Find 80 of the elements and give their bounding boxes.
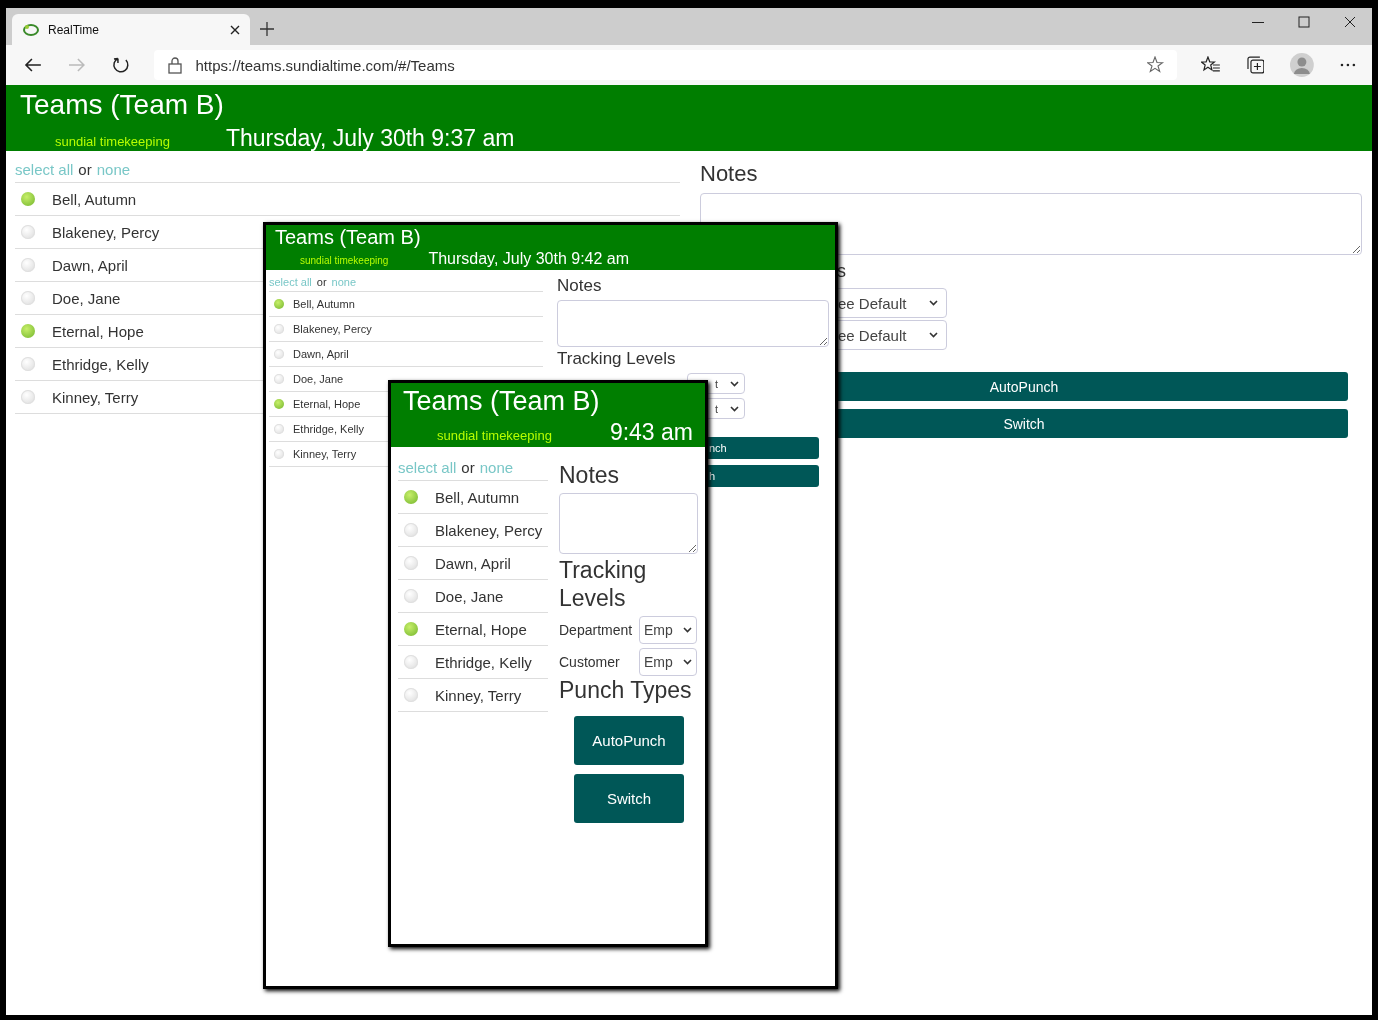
notes-heading: Notes [559, 461, 620, 489]
tracking-levels-heading: Tracking Levels [557, 349, 676, 369]
person-name: Dawn, April [293, 348, 349, 360]
favorites-icon[interactable] [1200, 56, 1221, 74]
person-name: Eternal, Hope [52, 322, 144, 340]
tagline: sundial timekeeping [300, 255, 389, 266]
profile-avatar-icon[interactable] [1290, 53, 1315, 77]
notes-field[interactable] [557, 300, 829, 347]
person-name: Kinney, Terry [52, 388, 139, 406]
date-time: Thursday, July 30th 9:37 am [225, 125, 515, 152]
or-text: or [461, 459, 475, 476]
punch-button[interactable]: Switch [574, 774, 684, 823]
person-row[interactable]: Bell, Autumn [269, 292, 543, 317]
tracking-levels-heading: Tracking Levels [559, 556, 648, 612]
person-name: Doe, Jane [293, 373, 344, 385]
close-window-icon[interactable] [1344, 15, 1356, 28]
person-row[interactable]: Eternal, Hope [398, 613, 548, 646]
chevron-down-icon [929, 300, 938, 306]
person-row[interactable]: Blakeney, Percy [398, 514, 548, 547]
tracking-select[interactable]: Emp [639, 648, 697, 676]
person-name: Blakeney, Percy [293, 323, 372, 335]
chevron-down-icon [730, 405, 739, 412]
person-row[interactable]: Kinney, Terry [398, 679, 548, 712]
chevron-down-icon [683, 659, 692, 665]
or-text: or [316, 276, 327, 288]
app-logo-icon [22, 22, 40, 37]
page-title: Teams (Team B) [275, 225, 422, 250]
person-name: Bell, Autumn [435, 488, 520, 506]
tracking-label: Department [559, 622, 634, 638]
person-name: Kinney, Terry [435, 686, 522, 704]
more-icon[interactable] [1340, 63, 1356, 67]
person-name: Doe, Jane [52, 289, 121, 307]
star-icon[interactable] [1146, 56, 1165, 74]
refresh-icon[interactable] [111, 56, 130, 74]
notes-field[interactable] [559, 493, 698, 554]
tagline: sundial timekeeping [437, 428, 552, 443]
person-name: Eternal, Hope [435, 620, 527, 638]
person-row[interactable]: Doe, Jane [398, 580, 548, 613]
date-time: 9:43 am [609, 419, 693, 446]
back-icon[interactable] [24, 57, 42, 73]
browser-tab[interactable]: RealTime [12, 14, 250, 45]
tab-title: RealTime [48, 22, 100, 37]
tracking-label: Customer [559, 654, 621, 670]
person-name: Kinney, Terry [293, 448, 357, 460]
notes-heading: Notes [557, 276, 602, 296]
close-tab-icon[interactable] [230, 24, 240, 35]
person-row[interactable]: Bell, Autumn [15, 183, 680, 216]
new-tab-icon[interactable] [260, 22, 274, 36]
person-name: Dawn, April [52, 256, 128, 274]
person-row[interactable]: Ethridge, Kelly [398, 646, 548, 679]
person-name: Bell, Autumn [52, 190, 137, 208]
person-name: Eternal, Hope [293, 398, 361, 410]
tracking-select[interactable]: Emp [639, 616, 697, 644]
chevron-down-icon [683, 627, 692, 633]
person-name: Ethridge, Kelly [435, 653, 532, 671]
person-name: Ethridge, Kelly [293, 423, 364, 435]
notes-heading: Notes [700, 161, 758, 187]
page-title: Teams (Team B) [20, 88, 225, 122]
punch-types-heading: Punch Types [559, 676, 692, 704]
person-name: Ethridge, Kelly [52, 355, 149, 373]
person-name: Blakeney, Percy [52, 223, 160, 241]
address-bar[interactable]: https://teams.sundialtime.com/#/Teams [153, 50, 1177, 80]
punch-button[interactable]: AutoPunch [574, 716, 684, 765]
person-row[interactable]: Blakeney, Percy [269, 317, 543, 342]
person-row[interactable]: Dawn, April [269, 342, 543, 367]
date-time: Thursday, July 30th 9:42 am [428, 250, 630, 268]
maximize-icon[interactable] [1298, 15, 1310, 28]
person-name: Bell, Autumn [293, 298, 355, 310]
lock-icon [167, 56, 182, 74]
chevron-down-icon [929, 332, 938, 338]
chevron-down-icon [730, 380, 739, 387]
person-row[interactable]: Bell, Autumn [398, 481, 548, 514]
or-text: or [78, 161, 92, 178]
person-name: Dawn, April [435, 554, 511, 572]
collections-icon[interactable] [1246, 56, 1265, 74]
person-row[interactable]: Dawn, April [398, 547, 548, 580]
url-text: https://teams.sundialtime.com/#/Teams [195, 56, 455, 74]
person-name: Blakeney, Percy [435, 521, 543, 539]
tagline: sundial timekeeping [55, 134, 170, 149]
person-name: Doe, Jane [435, 587, 504, 605]
